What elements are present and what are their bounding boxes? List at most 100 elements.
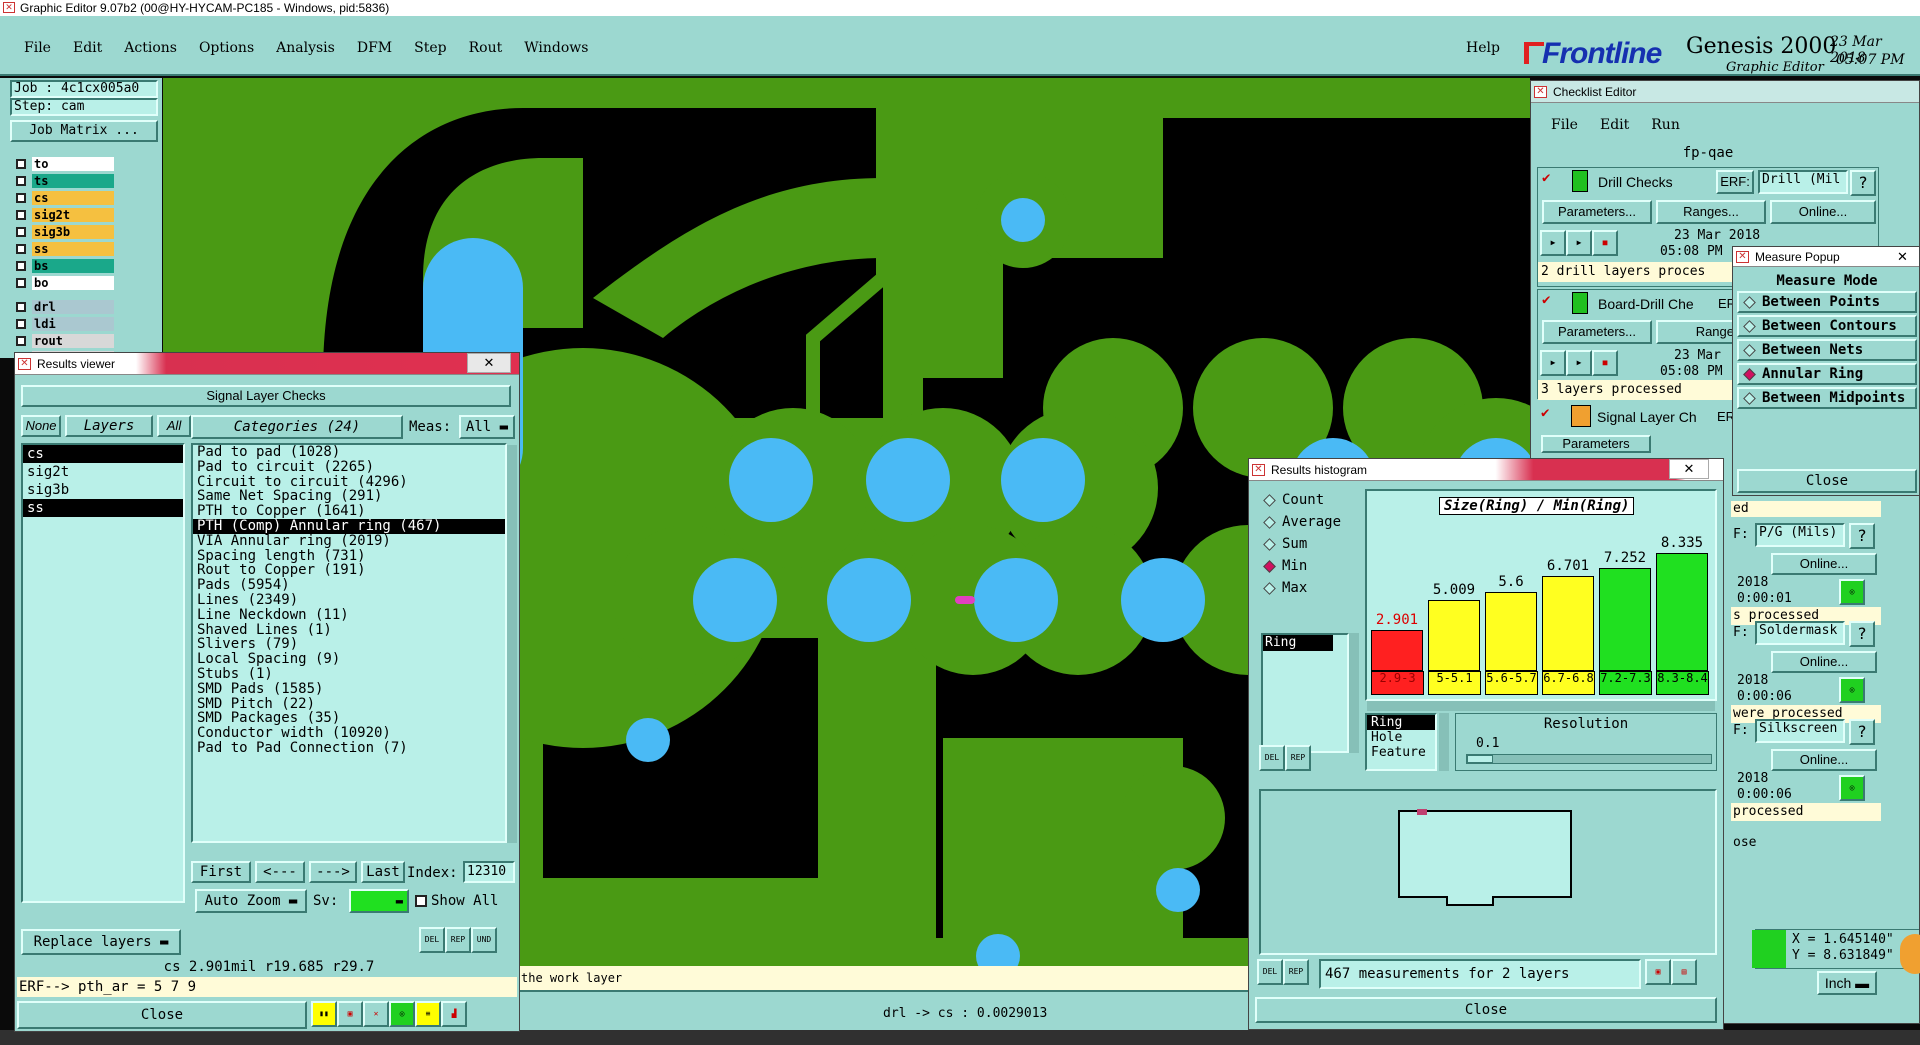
undo-icon[interactable]: UND xyxy=(471,927,497,953)
checklist-menu-file[interactable]: File xyxy=(1551,117,1578,133)
layer-row-to[interactable]: to xyxy=(12,156,138,172)
screen-icon[interactable]: ▣ xyxy=(337,1001,363,1027)
layer-checkbox[interactable] xyxy=(16,227,26,237)
erf-drill-field[interactable]: Drill (Mil xyxy=(1758,170,1848,194)
export-icon[interactable]: ▣ xyxy=(1645,959,1671,985)
drill-parameters-button[interactable]: Parameters... xyxy=(1542,200,1652,224)
layer-name[interactable]: drl xyxy=(32,300,114,314)
ring-list-scrollbar[interactable] xyxy=(1349,633,1359,753)
board-drill-checkmark-icon[interactable]: ✔ xyxy=(1542,292,1550,308)
category-item[interactable]: Pad to pad (1028) xyxy=(193,445,505,460)
layer-checkbox[interactable] xyxy=(16,336,26,346)
pg-help-icon[interactable]: ? xyxy=(1849,523,1875,549)
checklist-menu-run[interactable]: Run xyxy=(1651,117,1680,133)
layer-checkbox[interactable] xyxy=(16,159,26,169)
ring-list-item[interactable]: Ring xyxy=(1263,635,1333,651)
print-icon[interactable]: ▤ xyxy=(1671,959,1697,985)
ss-zoom-icon[interactable]: ◎ xyxy=(1839,775,1865,801)
layer-checkbox[interactable] xyxy=(16,319,26,329)
help-icon[interactable]: ? xyxy=(1850,170,1876,196)
measure-mode-between-points[interactable]: Between Points xyxy=(1737,291,1917,313)
auto-zoom-dropdown[interactable]: Auto Zoom ▬ xyxy=(195,889,307,913)
menu-analysis[interactable]: Analysis xyxy=(276,40,335,56)
job-matrix-button[interactable]: Job Matrix ... xyxy=(10,120,158,142)
layer-row-bs[interactable]: bs xyxy=(12,258,138,274)
board-drill-parameters-button[interactable]: Parameters... xyxy=(1542,320,1652,344)
drill-checkmark-icon[interactable]: ✔ xyxy=(1542,170,1550,186)
size-option[interactable]: Ring xyxy=(1367,715,1435,730)
size-option[interactable]: Hole xyxy=(1367,730,1435,745)
hist-mode-min[interactable]: Min xyxy=(1259,555,1359,577)
hist-mode-max[interactable]: Max xyxy=(1259,577,1359,599)
silkscreen-erf-field[interactable]: Silkscreen xyxy=(1755,719,1845,743)
category-item[interactable]: VIA Annular ring (2019) xyxy=(193,533,505,549)
floating-badge[interactable] xyxy=(1900,934,1920,974)
category-item[interactable]: Spacing length (731) xyxy=(193,548,505,564)
layer-name[interactable]: sig3b xyxy=(32,225,114,239)
results-viewer-close-button[interactable]: Close xyxy=(17,1001,307,1029)
measure-popup-close-icon[interactable]: ✕ xyxy=(1897,247,1908,267)
histogram-bar[interactable] xyxy=(1485,592,1537,671)
category-item[interactable]: PTH (Comp) Annular ring (467) xyxy=(193,519,505,534)
layer-row-ts[interactable]: ts xyxy=(12,173,138,189)
none-button[interactable]: None xyxy=(21,415,61,437)
signal-parameters-button[interactable]: Parameters xyxy=(1541,435,1651,453)
menu-file[interactable]: File xyxy=(24,40,51,56)
pg-zoom-icon[interactable]: ◎ xyxy=(1839,579,1865,605)
categories-scrollbar[interactable] xyxy=(507,445,517,843)
signal-checkmark-icon[interactable]: ✔ xyxy=(1541,405,1549,421)
layer-name[interactable]: bs xyxy=(32,259,114,273)
run-icon[interactable]: ▶ xyxy=(1540,230,1566,256)
category-item[interactable]: Pad to Pad Connection (7) xyxy=(193,741,505,756)
cross-icon[interactable]: ✕ xyxy=(363,1001,389,1027)
board-stop-icon[interactable]: ■ xyxy=(1592,350,1618,376)
category-item[interactable]: SMD Pitch (22) xyxy=(193,696,505,712)
layer-row-sig2t[interactable]: sig2t xyxy=(12,207,138,223)
category-item[interactable]: Slivers (79) xyxy=(193,637,505,652)
results-layer-item[interactable]: cs xyxy=(23,445,183,463)
layer-name[interactable]: bo xyxy=(32,276,114,290)
results-viewer-close-icon[interactable]: ✕ xyxy=(467,353,511,373)
sm-help-icon[interactable]: ? xyxy=(1849,621,1875,647)
histogram-icon[interactable]: ▟ xyxy=(441,1001,467,1027)
layer-name[interactable]: sig2t xyxy=(32,208,114,222)
layer-row-bo[interactable]: bo xyxy=(12,275,138,291)
del-icon[interactable]: DEL xyxy=(419,927,445,953)
pg-erf-field[interactable]: P/G (Mils) xyxy=(1755,523,1845,547)
layer-checkbox[interactable] xyxy=(16,261,26,271)
ring-del-icon[interactable]: DEL xyxy=(1259,745,1285,771)
menu-dfm[interactable]: DFM xyxy=(357,40,392,56)
menu-edit[interactable]: Edit xyxy=(73,40,102,56)
ss-help-icon[interactable]: ? xyxy=(1849,719,1875,745)
menu-rout[interactable]: Rout xyxy=(469,40,503,56)
resolution-slider[interactable] xyxy=(1466,754,1712,764)
histogram-bar[interactable] xyxy=(1599,568,1651,671)
category-item[interactable]: SMD Pads (1585) xyxy=(193,681,505,697)
resolution-slider-thumb[interactable] xyxy=(1467,755,1493,763)
measure-mode-annular-ring[interactable]: Annular Ring xyxy=(1737,363,1917,385)
histogram-close-icon[interactable]: ✕ xyxy=(1669,459,1709,479)
size-option[interactable]: Feature xyxy=(1367,745,1435,760)
layer-checkbox[interactable] xyxy=(16,193,26,203)
category-item[interactable]: Local Spacing (9) xyxy=(193,652,505,667)
unit-dropdown[interactable]: Inch ▬ xyxy=(1817,971,1877,995)
index-field[interactable]: 12310 xyxy=(463,861,515,883)
ring-rep-icon[interactable]: REP xyxy=(1285,745,1311,771)
prev-button[interactable]: <--- xyxy=(255,861,305,883)
soldermask-erf-field[interactable]: Soldermask xyxy=(1755,621,1845,645)
category-item[interactable]: Circuit to circuit (4296) xyxy=(193,474,505,490)
sm-online-button[interactable]: Online... xyxy=(1771,651,1877,673)
layer-checkbox[interactable] xyxy=(16,278,26,288)
hist-mode-sum[interactable]: Sum xyxy=(1259,533,1359,555)
sm-zoom-icon[interactable]: ◎ xyxy=(1839,677,1865,703)
category-item[interactable]: PTH to Copper (1641) xyxy=(193,504,505,519)
meas-dropdown[interactable]: All ▬ xyxy=(459,415,515,439)
categories-list[interactable]: Pad to pad (1028) Pad to circuit (2265) Ci… xyxy=(191,443,507,843)
checklist-close-partial[interactable]: ose xyxy=(1733,835,1756,850)
hist-rep-icon[interactable]: REP xyxy=(1283,959,1309,985)
layer-name[interactable]: ts xyxy=(32,174,114,188)
layer-row-drl[interactable]: drl xyxy=(12,299,138,315)
last-button[interactable]: Last xyxy=(361,861,405,883)
layer-row-ldi[interactable]: ldi xyxy=(12,316,138,332)
menu-help[interactable]: Help xyxy=(1466,40,1500,56)
